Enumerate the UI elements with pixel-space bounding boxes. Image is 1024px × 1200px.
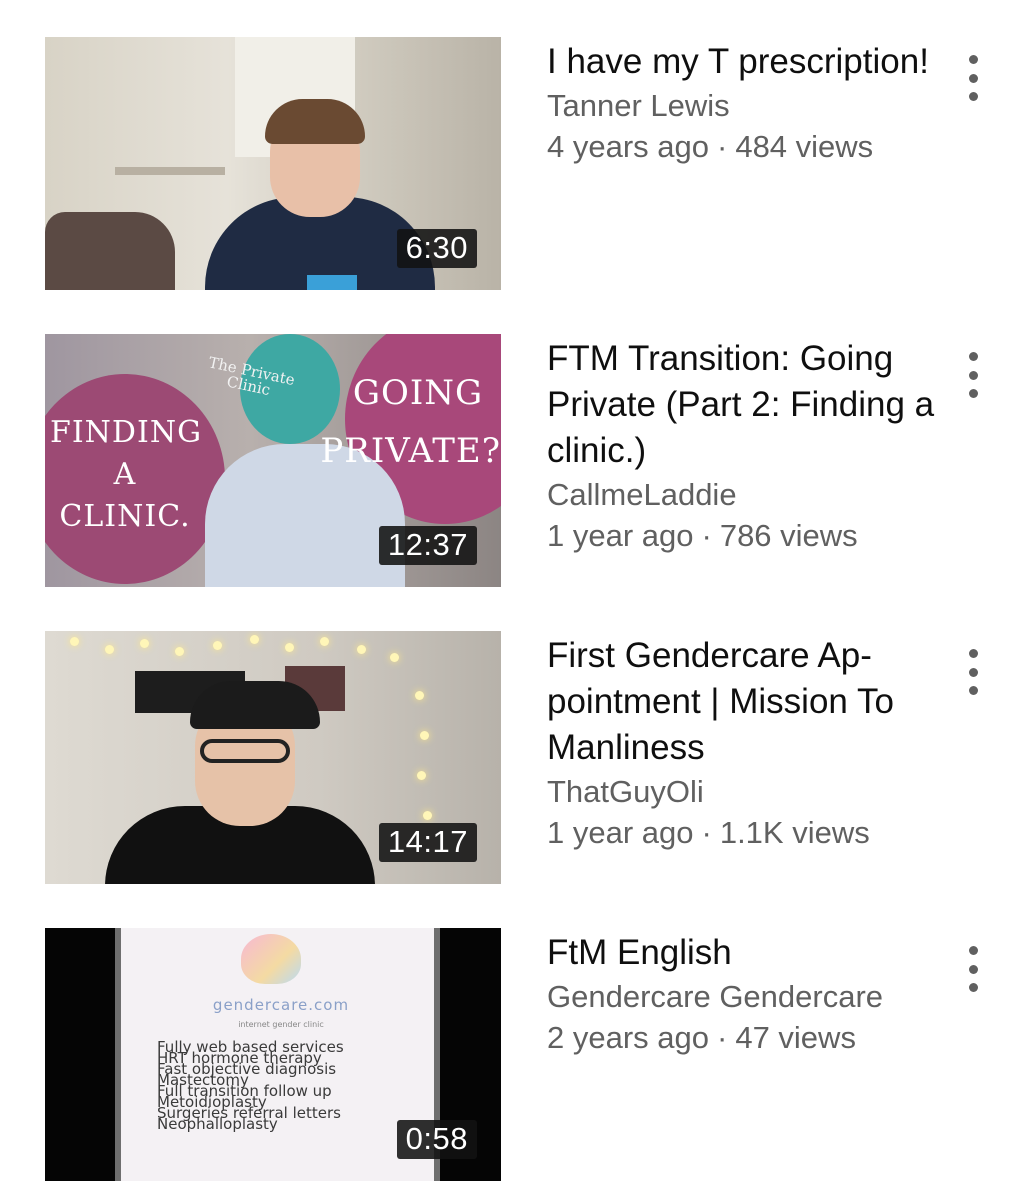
duration-badge: 6:30: [396, 229, 477, 268]
channel-name[interactable]: Gendercare Gendercare: [547, 976, 937, 1017]
video-stats: 2 years ago · 47 views: [547, 1017, 937, 1058]
video-item[interactable]: 14:17 First Gendercare Ap-pointment | Mi…: [0, 631, 1024, 891]
video-stats: 4 years ago · 484 views: [547, 126, 937, 167]
more-vertical-icon[interactable]: [958, 946, 988, 992]
separator: ·: [717, 1020, 728, 1055]
butterfly-logo-icon: [241, 934, 301, 984]
duration-badge: 14:17: [378, 823, 477, 862]
upload-age: 4 years ago: [547, 129, 709, 164]
separator: ·: [701, 518, 712, 553]
video-stats: 1 year ago · 786 views: [547, 515, 937, 556]
video-item[interactable]: 6:30 I have my T prescription! Tanner Le…: [0, 37, 1024, 297]
view-count: 484 views: [735, 129, 874, 164]
channel-name[interactable]: ThatGuyOli: [547, 771, 937, 812]
channel-name[interactable]: Tanner Lewis: [547, 85, 937, 126]
video-meta: FtM English Gendercare Gendercare 2 year…: [547, 930, 937, 1058]
channel-name[interactable]: CallmeLaddie: [547, 474, 937, 515]
video-thumbnail[interactable]: 14:17: [45, 631, 501, 884]
upload-age: 1 year ago: [547, 815, 694, 850]
video-title[interactable]: First Gendercare Ap-pointment | Mission …: [547, 633, 937, 771]
thumbnail-logo-text: gendercare.com: [212, 996, 350, 1014]
video-title[interactable]: I have my T prescription!: [547, 39, 937, 85]
thumbnail-right-text: GOING PRIVATE?!: [320, 373, 501, 471]
video-meta: First Gendercare Ap-pointment | Mission …: [547, 633, 937, 853]
video-meta: FTM Transition: Going Private (Part 2: F…: [547, 336, 937, 556]
duration-badge: 12:37: [378, 526, 477, 565]
more-vertical-icon[interactable]: [958, 55, 988, 101]
video-thumbnail[interactable]: gendercare.com internet gender clinic Fu…: [45, 928, 501, 1181]
thumbnail-service-list: Fully web based services HRT hormone the…: [157, 1038, 344, 1133]
more-vertical-icon[interactable]: [958, 352, 988, 398]
view-count: 47 views: [735, 1020, 856, 1055]
video-meta: I have my T prescription! Tanner Lewis 4…: [547, 39, 937, 167]
video-list: 6:30 I have my T prescription! Tanner Le…: [0, 0, 1024, 1200]
separator: ·: [717, 129, 728, 164]
view-count: 786 views: [719, 518, 858, 553]
video-thumbnail[interactable]: The Private Clinic FINDING A CLINIC. GOI…: [45, 334, 501, 587]
video-title[interactable]: FTM Transition: Going Private (Part 2: F…: [547, 336, 937, 474]
view-count: 1.1K views: [719, 815, 870, 850]
video-thumbnail[interactable]: 6:30: [45, 37, 501, 290]
separator: ·: [701, 815, 712, 850]
video-title[interactable]: FtM English: [547, 930, 937, 976]
upload-age: 2 years ago: [547, 1020, 709, 1055]
video-stats: 1 year ago · 1.1K views: [547, 812, 937, 853]
video-item[interactable]: gendercare.com internet gender clinic Fu…: [0, 928, 1024, 1188]
upload-age: 1 year ago: [547, 518, 694, 553]
duration-badge: 0:58: [396, 1120, 477, 1159]
thumbnail-sub-text: internet gender clinic: [238, 1020, 324, 1029]
more-vertical-icon[interactable]: [958, 649, 988, 695]
video-item[interactable]: The Private Clinic FINDING A CLINIC. GOI…: [0, 334, 1024, 594]
thumbnail-left-text: FINDING A CLINIC.: [50, 415, 203, 534]
